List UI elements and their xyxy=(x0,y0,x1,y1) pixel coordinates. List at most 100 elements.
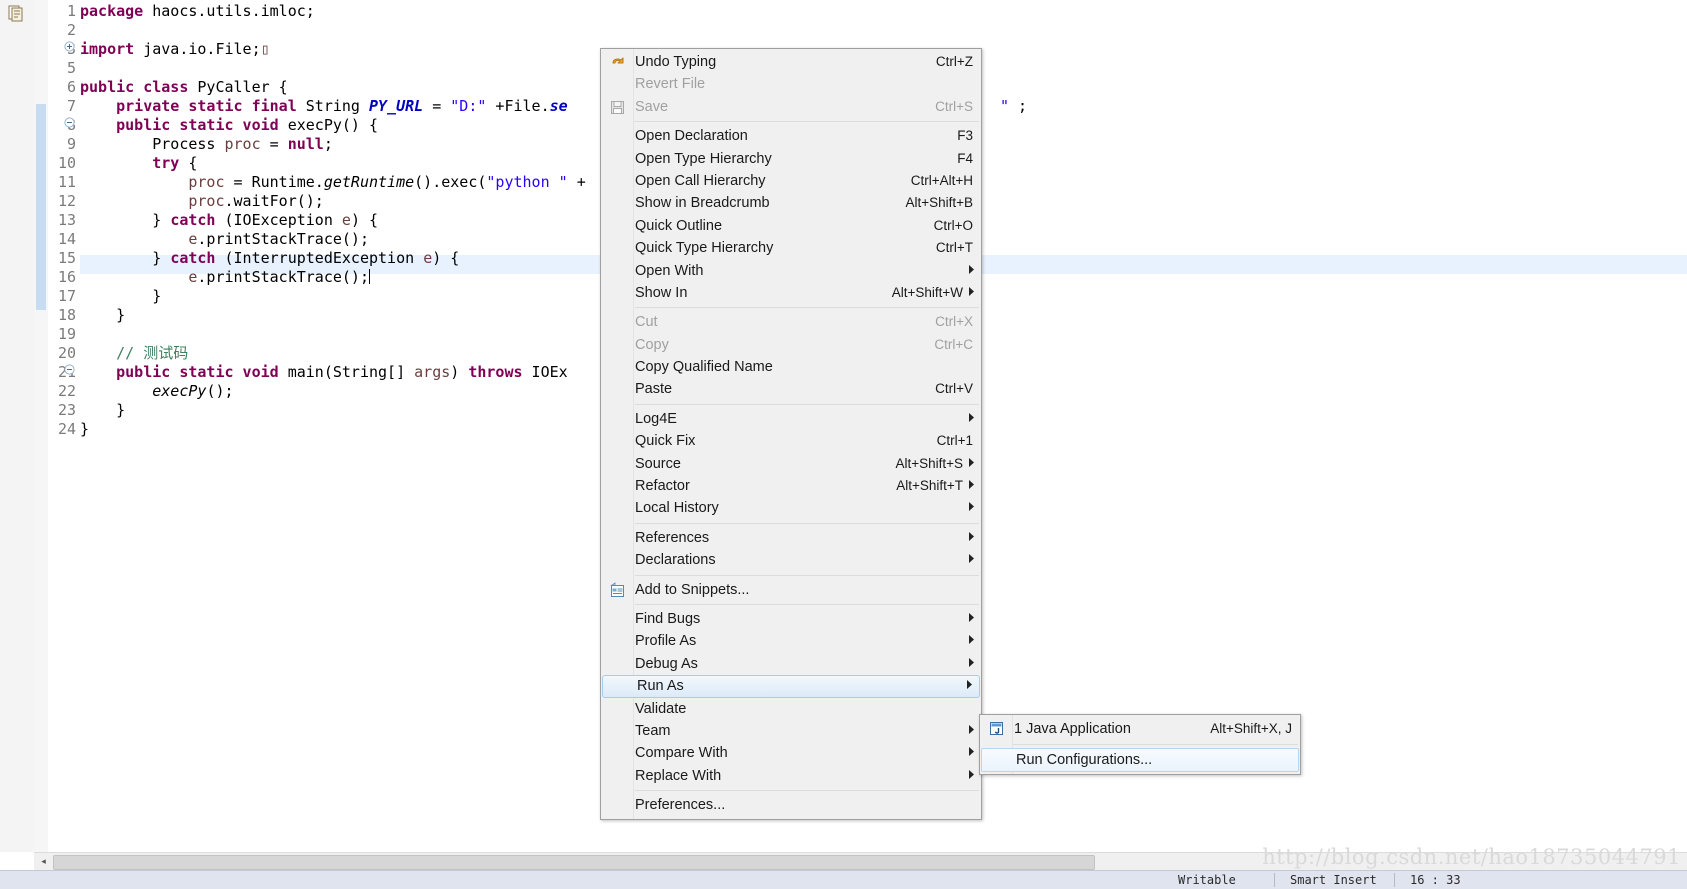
code-token: } xyxy=(80,420,90,438)
scroll-left-arrow-icon[interactable]: ◂ xyxy=(36,854,51,869)
code-line[interactable]: public static void main(String[] args) t… xyxy=(80,363,568,382)
code-line[interactable]: proc = Runtime.getRuntime().exec("python… xyxy=(80,173,585,192)
fold-toggle-icon[interactable] xyxy=(62,363,76,382)
code-token: public class xyxy=(80,78,189,96)
menu-item-refactor[interactable]: Refactor Alt+Shift+T xyxy=(601,475,981,497)
code-token: proc xyxy=(188,173,225,191)
menu-item-open-with[interactable]: Open With xyxy=(601,260,981,282)
menu-item-run-as[interactable]: Run As xyxy=(602,675,980,698)
menu-item-declarations[interactable]: Declarations xyxy=(601,549,981,571)
code-token: java.io.File; xyxy=(134,40,261,58)
code-line[interactable]: } catch (IOException e) { xyxy=(80,211,378,230)
menu-item-shortcut: F4 xyxy=(957,150,973,166)
run-as-submenu[interactable]: 1 Java Application Alt+Shift+X, J Run Conf… xyxy=(979,714,1301,775)
code-token: = xyxy=(423,97,451,115)
menu-separator xyxy=(635,790,979,792)
editor-context-menu[interactable]: Undo Typing Ctrl+Z Revert File Save Ctrl+S Op… xyxy=(600,48,982,820)
code-line[interactable]: } xyxy=(80,287,161,306)
menu-item-open-type-hierarchy[interactable]: Open Type Hierarchy F4 xyxy=(601,148,981,170)
editor-left-strip xyxy=(0,0,35,852)
menu-item-label: Save xyxy=(635,98,669,115)
menu-item-replace-with[interactable]: Replace With xyxy=(601,765,981,787)
code-line[interactable]: public class PyCaller { xyxy=(80,78,288,97)
menu-item-compare-with[interactable]: Compare With xyxy=(601,742,981,764)
menu-item-shortcut: Ctrl+S xyxy=(935,98,973,114)
code-line[interactable]: } catch (InterruptedException e) { xyxy=(80,249,459,268)
code-token: } xyxy=(80,306,126,324)
submenu-arrow-icon xyxy=(968,527,975,549)
code-token: catch xyxy=(170,211,216,229)
submenu-arrow-icon xyxy=(968,408,975,430)
code-token: e xyxy=(423,249,433,267)
code-line[interactable]: execPy(); xyxy=(80,382,233,401)
menu-item-copy: Copy Ctrl+C xyxy=(601,334,981,356)
menu-item-copy-qualified-name[interactable]: Copy Qualified Name xyxy=(601,356,981,378)
menu-item-label: Refactor xyxy=(635,478,690,495)
status-bar-divider xyxy=(1394,873,1395,887)
code-folding-column[interactable] xyxy=(62,0,78,852)
code-line[interactable]: private static final String PY_URL = "D:… xyxy=(80,97,568,116)
code-token: ▯ xyxy=(260,40,270,58)
code-line[interactable]: } xyxy=(80,401,125,420)
code-token: import xyxy=(80,40,135,58)
menu-item-quick-fix[interactable]: Quick Fix Ctrl+1 xyxy=(601,430,981,452)
menu-item-paste[interactable]: Paste Ctrl+V xyxy=(601,378,981,400)
code-line[interactable]: Process proc = null; xyxy=(80,135,333,154)
submenu-item-shortcut: Alt+Shift+X, J xyxy=(1210,721,1292,736)
menu-item-undo-typing[interactable]: Undo Typing Ctrl+Z xyxy=(601,51,981,73)
code-line[interactable]: } xyxy=(80,306,125,325)
menu-item-preferences[interactable]: Preferences... xyxy=(601,794,981,816)
status-bar-cell: 16 : 33 xyxy=(1410,873,1461,887)
menu-item-source[interactable]: Source Alt+Shift+S xyxy=(601,453,981,475)
code-token: ) { xyxy=(432,249,460,267)
code-token: "D:" xyxy=(450,97,487,115)
menu-item-label: Paste xyxy=(635,381,673,398)
status-bar-divider xyxy=(1274,873,1275,887)
menu-separator xyxy=(601,121,979,123)
code-line[interactable]: e.printStackTrace(); xyxy=(80,268,370,287)
code-token: execPy() { xyxy=(278,116,379,134)
menu-item-shortcut: Alt+Shift+B xyxy=(905,195,973,211)
menu-item-validate[interactable]: Validate xyxy=(601,698,981,720)
code-token: null xyxy=(287,135,324,153)
menu-item-add-to-snippets[interactable]: Add to Snippets... xyxy=(601,579,981,601)
menu-body[interactable]: Undo Typing Ctrl+Z Revert File Save Ctrl+S Op… xyxy=(601,51,981,817)
menu-item-shortcut: F3 xyxy=(957,128,973,144)
menu-item-references[interactable]: References xyxy=(601,527,981,549)
submenu-item-1-java-application[interactable]: 1 Java Application Alt+Shift+X, J xyxy=(980,717,1300,741)
code-line[interactable]: package haocs.utils.imloc; xyxy=(80,2,315,21)
code-token: .waitFor(); xyxy=(224,192,324,210)
code-line[interactable]: e.printStackTrace(); xyxy=(80,230,369,249)
menu-item-label: Show in Breadcrumb xyxy=(635,195,770,212)
menu-item-quick-outline[interactable]: Quick Outline Ctrl+O xyxy=(601,215,981,237)
fold-toggle-icon[interactable] xyxy=(62,40,76,59)
code-token: ; xyxy=(1009,97,1028,115)
menu-separator xyxy=(635,603,979,605)
menu-item-debug-as[interactable]: Debug As xyxy=(601,653,981,675)
editor-view-icon[interactable] xyxy=(6,3,26,23)
code-line[interactable]: proc.waitFor(); xyxy=(80,192,324,211)
menu-item-show-in-breadcrumb[interactable]: Show in Breadcrumb Alt+Shift+B xyxy=(601,192,981,214)
submenu-item-label: 1 Java Application xyxy=(1014,721,1131,737)
code-line[interactable]: public static void execPy() { xyxy=(80,116,378,135)
submenu-body[interactable]: 1 Java Application Alt+Shift+X, J Run Conf… xyxy=(980,717,1300,772)
menu-item-label: References xyxy=(635,529,710,546)
menu-item-find-bugs[interactable]: Find Bugs xyxy=(601,608,981,630)
menu-item-quick-type-hierarchy[interactable]: Quick Type Hierarchy Ctrl+T xyxy=(601,237,981,259)
fold-toggle-icon[interactable] xyxy=(62,116,76,135)
code-line[interactable]: import java.io.File;▯ xyxy=(80,40,270,59)
menu-item-profile-as[interactable]: Profile As xyxy=(601,630,981,652)
menu-item-show-in[interactable]: Show In Alt+Shift+W xyxy=(601,282,981,304)
scrollbar-thumb[interactable] xyxy=(53,855,1095,870)
menu-item-log4e[interactable]: Log4E xyxy=(601,408,981,430)
code-line[interactable]: try { xyxy=(80,154,197,173)
menu-item-shortcut: Ctrl+1 xyxy=(936,433,973,449)
menu-item-open-declaration[interactable]: Open Declaration F3 xyxy=(601,125,981,147)
menu-item-team[interactable]: Team xyxy=(601,720,981,742)
code-token: ().exec( xyxy=(414,173,487,191)
code-line[interactable]: // 测试码 xyxy=(80,344,188,363)
code-line[interactable]: } xyxy=(80,420,89,439)
submenu-item-run-configurations[interactable]: Run Configurations... xyxy=(981,748,1299,772)
menu-item-local-history[interactable]: Local History xyxy=(601,497,981,519)
menu-item-open-call-hierarchy[interactable]: Open Call Hierarchy Ctrl+Alt+H xyxy=(601,170,981,192)
